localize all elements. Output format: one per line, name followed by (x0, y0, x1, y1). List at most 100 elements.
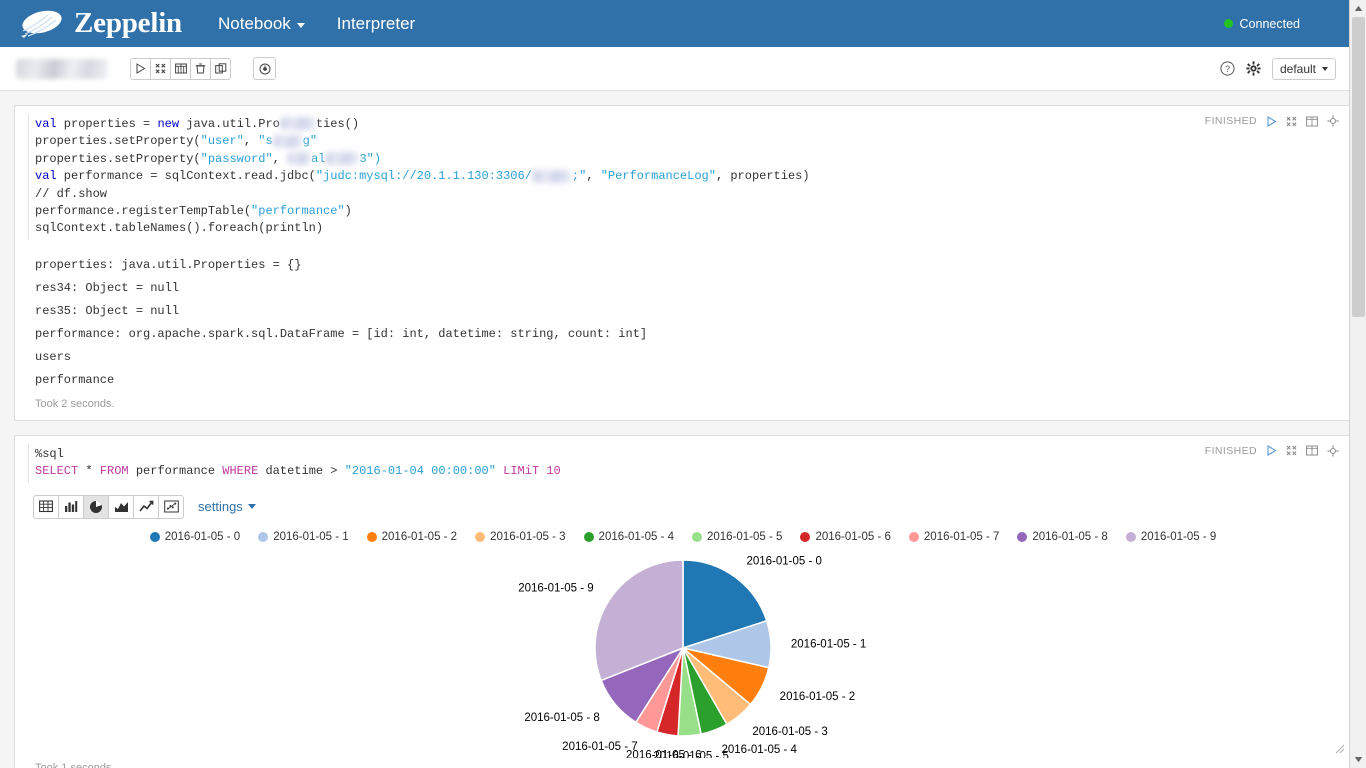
scroll-down-arrow[interactable] (1350, 751, 1366, 768)
notebook-toolbar: ? default (0, 47, 1366, 91)
scatter-chart-icon (163, 500, 179, 513)
code-token: WHERE (222, 464, 259, 479)
code-token: , (243, 134, 259, 149)
chevron-down-icon (247, 504, 256, 510)
visualization-settings-label: settings (198, 499, 243, 515)
viz-pie-chart-button[interactable] (83, 494, 109, 519)
pie-slice-label: 2016-01-05 - 2 (780, 691, 855, 703)
notebook-title[interactable] (16, 58, 108, 79)
code-token: properties.setProperty( (35, 134, 201, 149)
copy-icon (214, 63, 226, 74)
schedule-button[interactable] (253, 57, 276, 80)
legend-swatch-icon (583, 531, 594, 542)
clock-icon (259, 63, 270, 74)
code-token: ties() (315, 117, 360, 131)
code-line: SELECT * FROM performance WHERE datetime… (35, 463, 1351, 480)
code-token: performance (128, 464, 223, 479)
question-circle-icon[interactable]: ? (1220, 61, 1235, 76)
connection-status-dot-icon (1223, 19, 1233, 28)
code-line: sqlContext.tableNames().foreach(println) (35, 220, 1351, 237)
nav-item-interpreter[interactable]: Interpreter (335, 10, 417, 38)
code-token: "judc:mysql://20.1.1.130:3306/ (315, 169, 532, 184)
code-token: g" (302, 134, 318, 149)
code-token: * (78, 464, 100, 479)
paragraph-took-label: Took 1 seconds. (35, 761, 115, 768)
legend-label: 2016-01-05 - 5 (707, 530, 783, 543)
interpreter-binding-select[interactable]: default (1271, 57, 1336, 80)
visualization-settings-toggle[interactable]: settings (198, 499, 256, 514)
legend-item[interactable]: 2016-01-05 - 9 (1125, 531, 1216, 543)
visualization-toolbar: settings (15, 491, 1351, 521)
viz-table-button[interactable] (33, 494, 59, 519)
pie-slice-label: 2016-01-05 - 0 (746, 555, 821, 567)
clone-notebook-button[interactable] (210, 57, 231, 80)
output-line: res34: Object = null (35, 280, 180, 295)
code-token: "PerformanceLog" (600, 169, 716, 184)
play-icon (136, 63, 146, 74)
notebook-action-buttons (130, 57, 231, 80)
code-editor-scala[interactable]: val properties = new java.util.Pro ties()… (15, 106, 1351, 248)
legend-item[interactable]: 2016-01-05 - 6 (800, 531, 891, 543)
viz-line-chart-button[interactable] (133, 494, 159, 519)
redacted-value (279, 117, 316, 131)
legend-label: 2016-01-05 - 0 (164, 530, 241, 543)
interpreter-binding-label: default (1279, 61, 1316, 76)
run-all-button[interactable] (130, 57, 151, 80)
pie-slice-label: 2016-01-05 - 9 (518, 582, 593, 594)
code-token: "password" (200, 151, 273, 166)
viz-bar-chart-button[interactable] (58, 494, 84, 519)
code-token: new (157, 117, 180, 131)
legend-item[interactable]: 2016-01-05 - 2 (366, 531, 457, 543)
code-token: performance.registerTempTable( (35, 204, 252, 219)
legend-item[interactable]: 2016-01-05 - 0 (149, 530, 241, 543)
legend-swatch-icon (800, 531, 811, 542)
pie-slice-label: 2016-01-05 - 4 (721, 744, 797, 756)
code-token: LIMiT (503, 464, 540, 479)
viz-scatter-chart-button[interactable] (158, 494, 184, 519)
code-token: > (330, 464, 338, 479)
legend-item[interactable]: 2016-01-05 - 3 (475, 531, 566, 543)
legend-item[interactable]: 2016-01-05 - 8 (1017, 531, 1108, 543)
resize-handle[interactable] (1333, 742, 1345, 754)
code-editor-sql[interactable]: %sql SELECT * FROM performance WHERE date… (15, 436, 1351, 491)
code-token: java.util.Pro (179, 117, 280, 131)
scroll-up-arrow[interactable] (1350, 0, 1366, 17)
legend-item[interactable]: 2016-01-05 - 5 (692, 531, 782, 543)
code-token: "s (258, 134, 273, 149)
paragraph-sql: FINISHED %sql SELECT * FROM performance W… (14, 434, 1352, 768)
pie-slice-label: 2016-01-05 - 1 (791, 638, 866, 650)
nav-item-notebook[interactable]: Notebook (216, 10, 307, 38)
gear-icon[interactable] (1246, 61, 1261, 76)
legend-swatch-icon (366, 531, 377, 542)
code-token: , properties) (715, 169, 810, 184)
code-token: "performance" (251, 204, 345, 219)
pie-chart[interactable]: 2016-01-05 - 0 2016-01-05 - 1 2016-01-05 -… (18, 543, 1348, 758)
legend-item[interactable]: 2016-01-05 - 4 (583, 531, 674, 543)
code-token: "user" (200, 134, 244, 149)
code-token: , (586, 169, 601, 184)
legend-swatch-icon (149, 531, 160, 542)
visualization-type-buttons (33, 494, 184, 519)
legend-item[interactable]: 2016-01-05 - 1 (258, 531, 349, 543)
redacted-value (325, 152, 360, 166)
viz-area-chart-button[interactable] (108, 494, 134, 519)
scrollbar-thumb[interactable] (1352, 17, 1365, 317)
show-hide-code-button[interactable] (170, 57, 191, 80)
trash-icon (195, 63, 206, 74)
code-token: 3") (359, 151, 382, 166)
paragraph-scala: FINISHED val properties = new java.util.… (14, 105, 1352, 421)
code-line: properties.setProperty("user", "s g" (35, 133, 1351, 150)
paragraph-output-scala: properties: java.util.Properties = {} res… (15, 248, 1351, 394)
legend-swatch-icon (1125, 531, 1136, 542)
output-line: users (35, 349, 72, 364)
delete-notebook-button[interactable] (190, 57, 211, 80)
brand-logo-area[interactable]: Zeppelin (18, 7, 182, 40)
toolbar-right-group: ? default (1220, 57, 1336, 80)
collapse-all-button[interactable] (150, 57, 171, 80)
legend-item[interactable]: 2016-01-05 - 7 (908, 531, 999, 543)
code-token: performance = sqlContext.read.jdbc( (56, 169, 316, 184)
legend-swatch-icon (475, 531, 486, 542)
code-token: ) (344, 204, 352, 219)
page-scrollbar[interactable] (1349, 0, 1366, 768)
code-token: sqlContext.tableNames().foreach(println) (35, 221, 324, 236)
